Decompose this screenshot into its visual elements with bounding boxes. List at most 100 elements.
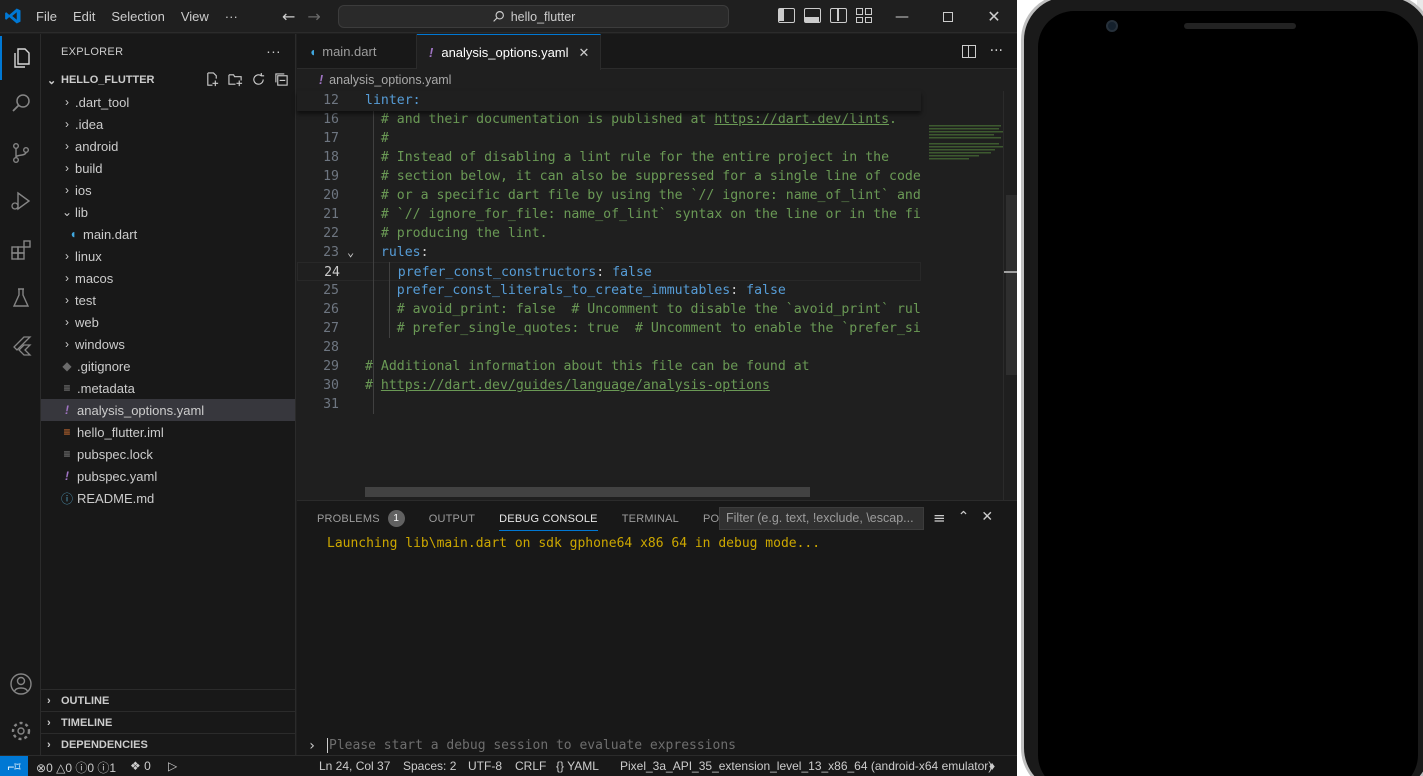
- code-editor[interactable]: 15 # included above or to enable additio…: [297, 91, 921, 500]
- tab-analysis-options[interactable]: ! analysis_options.yaml ✕: [417, 34, 601, 70]
- tree-item[interactable]: ! analysis_options.yaml: [41, 399, 295, 421]
- line-number: 28: [323, 340, 339, 355]
- new-folder-icon[interactable]: [228, 72, 243, 87]
- menu-edit[interactable]: Edit: [65, 9, 103, 24]
- chevron-right-icon: ›: [47, 694, 51, 707]
- comment-link[interactable]: https://dart.dev/lints: [714, 112, 889, 127]
- minimap[interactable]: [921, 91, 1003, 500]
- scrollbar-thumb[interactable]: [1006, 195, 1017, 375]
- tree-item[interactable]: › ios: [41, 179, 295, 201]
- refresh-icon[interactable]: [251, 72, 266, 87]
- tree-item[interactable]: › linux: [41, 245, 295, 267]
- minimize-icon[interactable]: —: [879, 0, 925, 33]
- close-window-icon[interactable]: ✕: [971, 0, 1017, 33]
- menu-view[interactable]: View: [173, 9, 217, 24]
- back-arrow-icon[interactable]: ←: [282, 7, 295, 26]
- tree-item[interactable]: › .dart_tool: [41, 91, 295, 113]
- menu-more[interactable]: ···: [217, 9, 246, 24]
- account-icon[interactable]: [0, 662, 41, 706]
- tab-main-dart[interactable]: ◖ main.dart: [297, 34, 417, 69]
- clear-console-icon[interactable]: ≡: [933, 509, 946, 527]
- dependencies-section[interactable]: › DEPENDENCIES: [41, 733, 296, 755]
- filter-placeholder: Filter (e.g. text, !exclude, \escap...: [726, 511, 914, 525]
- breadcrumb-file[interactable]: analysis_options.yaml: [329, 73, 451, 87]
- tree-item[interactable]: ≡ hello_flutter.iml: [41, 421, 295, 443]
- phone-screen[interactable]: [1038, 11, 1418, 776]
- maximize-icon[interactable]: [925, 0, 971, 33]
- line-text: # producing the lint.: [365, 226, 548, 241]
- info-icon: ⓘ: [97, 761, 110, 775]
- line-endings[interactable]: CRLF: [515, 759, 546, 773]
- maximize-panel-icon[interactable]: ⌃: [958, 509, 970, 527]
- settings-gear-icon[interactable]: [0, 709, 41, 753]
- tree-item[interactable]: › web: [41, 311, 295, 333]
- more-actions-icon[interactable]: ···: [266, 43, 281, 59]
- tree-item[interactable]: › android: [41, 135, 295, 157]
- customize-layout-icon[interactable]: [856, 8, 873, 23]
- toggle-panel-icon[interactable]: [804, 8, 821, 23]
- more-actions-icon[interactable]: ···: [990, 43, 1003, 59]
- tree-item[interactable]: › macos: [41, 267, 295, 289]
- notifications-bell-icon[interactable]: ♦: [989, 759, 995, 773]
- tree-item[interactable]: ≡ pubspec.lock: [41, 443, 295, 465]
- comment-link[interactable]: https://dart.dev/guides/language/analysi…: [381, 378, 770, 393]
- tree-item[interactable]: › windows: [41, 333, 295, 355]
- language-mode[interactable]: {} YAML: [556, 759, 599, 773]
- ports-status[interactable]: ❖ 0: [130, 759, 151, 773]
- error-count: 0: [46, 761, 53, 775]
- tree-item[interactable]: ⌄ lib: [41, 201, 295, 223]
- tab-problems[interactable]: PROBLEMS 1: [317, 501, 417, 536]
- tree-item-label: web: [75, 314, 99, 330]
- tree-item[interactable]: › test: [41, 289, 295, 311]
- remote-indicator-icon[interactable]: ⌐⌑: [0, 756, 28, 776]
- cursor-position[interactable]: Ln 24, Col 37: [319, 759, 390, 773]
- tree-item[interactable]: ! pubspec.yaml: [41, 465, 295, 487]
- toggle-primary-sidebar-icon[interactable]: [778, 8, 795, 23]
- tab-output[interactable]: OUTPUT: [429, 501, 487, 536]
- extensions-icon[interactable]: [0, 228, 41, 272]
- testing-flask-icon[interactable]: [0, 276, 41, 320]
- menu-file[interactable]: File: [28, 9, 65, 24]
- command-center-search[interactable]: hello_flutter: [338, 5, 729, 28]
- close-panel-icon[interactable]: ✕: [981, 509, 993, 527]
- run-debug-icon[interactable]: [0, 179, 41, 223]
- device-selector[interactable]: Pixel_3a_API_35_extension_level_13_x86_6…: [620, 759, 992, 773]
- project-root[interactable]: ⌄ HELLO_FLUTTER: [41, 69, 295, 91]
- tree-item-label: README.md: [77, 490, 155, 506]
- tab-debug-console[interactable]: DEBUG CONSOLE: [499, 501, 610, 536]
- horizontal-scrollbar[interactable]: [365, 487, 810, 497]
- debug-eval-input[interactable]: › Please start a debug session to evalua…: [297, 735, 1017, 756]
- toggle-secondary-sidebar-icon[interactable]: [830, 8, 847, 23]
- timeline-section[interactable]: › TIMELINE: [41, 711, 296, 733]
- menu-bar: File Edit Selection View ···: [28, 0, 246, 33]
- split-editor-icon[interactable]: [961, 45, 976, 58]
- tree-item[interactable]: ≡ .metadata: [41, 377, 295, 399]
- tab-terminal[interactable]: TERMINAL: [622, 501, 691, 536]
- source-control-icon[interactable]: [0, 131, 41, 175]
- menu-selection[interactable]: Selection: [103, 9, 172, 24]
- vertical-scrollbar[interactable]: [1003, 91, 1018, 500]
- search-view-icon[interactable]: [0, 82, 41, 126]
- line-text: #: [365, 131, 389, 146]
- explorer-actions: [205, 72, 289, 87]
- explorer-icon[interactable]: [0, 36, 41, 80]
- chevron-right-icon: ›: [65, 315, 69, 329]
- indentation[interactable]: Spaces: 2: [403, 759, 456, 773]
- collapse-all-icon[interactable]: [274, 72, 289, 87]
- sticky-scroll-header[interactable]: 12 linter:: [297, 91, 921, 111]
- fold-chevron-icon[interactable]: ⌄: [347, 243, 354, 262]
- forward-arrow-icon[interactable]: →: [307, 7, 320, 26]
- new-file-icon[interactable]: [205, 72, 220, 87]
- tree-item[interactable]: › build: [41, 157, 295, 179]
- debug-console-filter-input[interactable]: Filter (e.g. text, !exclude, \escap...: [719, 507, 924, 530]
- problems-status[interactable]: ⊗0 △0 ⓘ0 ⓘ1: [36, 759, 116, 776]
- debug-status-icon[interactable]: ▷: [168, 759, 177, 773]
- tree-item[interactable]: ⓘ README.md: [41, 487, 295, 509]
- tree-item[interactable]: ◆ .gitignore: [41, 355, 295, 377]
- outline-section[interactable]: › OUTLINE: [41, 689, 296, 711]
- flutter-icon[interactable]: [0, 324, 41, 368]
- tree-item[interactable]: › .idea: [41, 113, 295, 135]
- close-tab-icon[interactable]: ✕: [579, 45, 590, 61]
- tree-item[interactable]: ◖ main.dart: [41, 223, 295, 245]
- encoding[interactable]: UTF-8: [468, 759, 502, 773]
